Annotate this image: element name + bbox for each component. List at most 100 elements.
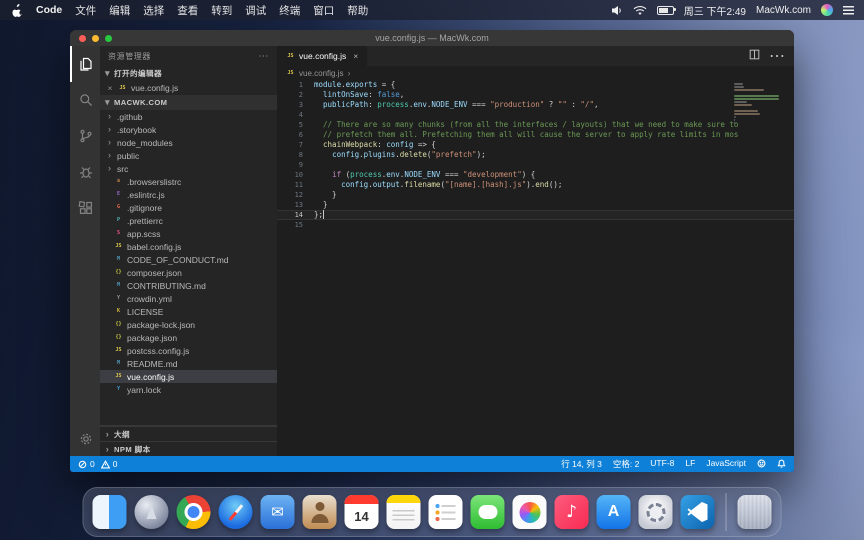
debug-icon[interactable] xyxy=(70,154,100,190)
notifications-bell-icon[interactable] xyxy=(777,459,786,470)
dock-item-safari[interactable] xyxy=(219,495,253,529)
explorer-actions-icon[interactable]: ⋯ xyxy=(258,51,269,62)
tree-item--prettierrc[interactable]: P.prettierrc xyxy=(100,214,277,227)
breadcrumb-item[interactable]: vue.config.js xyxy=(299,69,343,78)
window-titlebar[interactable]: vue.config.js — MacWk.com xyxy=(70,30,794,46)
menu--[interactable]: 选择 xyxy=(143,3,164,18)
search-icon[interactable] xyxy=(70,82,100,118)
code-line-6[interactable]: 6 // prefetch them all. Prefetching them… xyxy=(277,130,794,140)
minimap[interactable] xyxy=(734,83,782,128)
tree-item-crowdin-yml[interactable]: Ycrowdin.yml xyxy=(100,292,277,305)
dock-item-visual-studio-code[interactable] xyxy=(681,495,715,529)
settings-gear-icon[interactable] xyxy=(70,422,100,456)
dock-item-music[interactable] xyxy=(555,495,589,529)
tree-item--eslintrc-js[interactable]: E.eslintrc.js xyxy=(100,188,277,201)
dock-item-photos[interactable] xyxy=(513,495,547,529)
dock-item-chrome[interactable] xyxy=(177,495,211,529)
tree-item-node-modules[interactable]: ›node_modules xyxy=(100,136,277,149)
warnings-indicator[interactable]: 0 xyxy=(101,459,118,469)
menu--[interactable]: 查看 xyxy=(177,3,198,18)
close-tab-icon[interactable]: × xyxy=(353,51,358,61)
dock-item-contacts[interactable] xyxy=(303,495,337,529)
code-line-14[interactable]: 14}; xyxy=(277,210,794,220)
battery-icon[interactable] xyxy=(657,6,674,15)
code-line-5[interactable]: 5 // There are so many chunks (from all … xyxy=(277,120,794,130)
menu--[interactable]: 帮助 xyxy=(347,3,368,18)
volume-icon[interactable] xyxy=(611,5,623,16)
menubar-app-name[interactable]: Code xyxy=(36,4,62,16)
menu--[interactable]: 窗口 xyxy=(313,3,334,18)
code-line-10[interactable]: 10 if (process.env.NODE_ENV === "develop… xyxy=(277,170,794,180)
tree-item-readme-md[interactable]: MREADME.md xyxy=(100,357,277,370)
code-line-11[interactable]: 11 config.output.filename("[name].[hash]… xyxy=(277,180,794,190)
tree-item--github[interactable]: ›.github xyxy=(100,110,277,123)
tree-item-app-scss[interactable]: Sapp.scss xyxy=(100,227,277,240)
dock-item-calendar[interactable]: 14 xyxy=(345,495,379,529)
tree-item--storybook[interactable]: ›.storybook xyxy=(100,123,277,136)
feedback-smiley-icon[interactable] xyxy=(757,459,766,470)
menu--[interactable]: 编辑 xyxy=(109,3,130,18)
breadcrumb[interactable]: JS vue.config.js › xyxy=(277,66,794,80)
wifi-icon[interactable] xyxy=(633,5,647,16)
tree-item-package-lock-json[interactable]: {}package-lock.json xyxy=(100,318,277,331)
code-line-15[interactable]: 15 xyxy=(277,220,794,230)
tree-item-babel-config-js[interactable]: JSbabel.config.js xyxy=(100,240,277,253)
tree-item-package-json[interactable]: {}package.json xyxy=(100,331,277,344)
open-editors-header[interactable]: ▾ 打开的编辑器 xyxy=(100,66,277,81)
section--[interactable]: ›大纲 xyxy=(100,426,277,441)
tree-item-composer-json[interactable]: {}composer.json xyxy=(100,266,277,279)
notification-center-icon[interactable] xyxy=(843,6,854,15)
siri-icon[interactable] xyxy=(821,4,833,16)
code-line-1[interactable]: 1module.exports = { xyxy=(277,80,794,90)
menu--[interactable]: 文件 xyxy=(75,3,96,18)
tree-item-contributing-md[interactable]: MCONTRIBUTING.md xyxy=(100,279,277,292)
status--2[interactable]: 空格: 2 xyxy=(613,458,639,470)
menu--[interactable]: 终端 xyxy=(279,3,300,18)
code-line-3[interactable]: 3 publicPath: process.env.NODE_ENV === "… xyxy=(277,100,794,110)
status-javascript[interactable]: JavaScript xyxy=(706,458,746,470)
dock-item-app-store[interactable] xyxy=(597,495,631,529)
code-line-13[interactable]: 13 } xyxy=(277,200,794,210)
tree-item-code-of-conduct-md[interactable]: MCODE_OF_CONDUCT.md xyxy=(100,253,277,266)
status--14-3[interactable]: 行 14, 列 3 xyxy=(561,458,602,470)
dock-item-finder[interactable] xyxy=(93,495,127,529)
dock-item-messages[interactable] xyxy=(471,495,505,529)
close-editor-icon[interactable]: × xyxy=(106,83,114,93)
errors-indicator[interactable]: 0 xyxy=(78,459,95,469)
tree-item-vue-config-js[interactable]: JSvue.config.js xyxy=(100,370,277,383)
dock-item-system-preferences[interactable] xyxy=(639,495,673,529)
code-line-4[interactable]: 4 xyxy=(277,110,794,120)
dock-item-trash[interactable] xyxy=(738,495,772,529)
code-line-12[interactable]: 12 } xyxy=(277,190,794,200)
code-area[interactable]: 1module.exports = {2 lintOnSave: false,3… xyxy=(277,80,794,456)
status-utf-8[interactable]: UTF-8 xyxy=(650,458,674,470)
tree-item-postcss-config-js[interactable]: JSpostcss.config.js xyxy=(100,344,277,357)
tree-item-public[interactable]: ›public xyxy=(100,149,277,162)
project-header[interactable]: ▾ MACWK.COM xyxy=(100,95,277,110)
code-line-2[interactable]: 2 lintOnSave: false, xyxy=(277,90,794,100)
tree-item-src[interactable]: ›src xyxy=(100,162,277,175)
status-lf[interactable]: LF xyxy=(685,458,695,470)
dock-item-notes[interactable] xyxy=(387,495,421,529)
code-line-9[interactable]: 9 xyxy=(277,160,794,170)
menu--[interactable]: 转到 xyxy=(211,3,232,18)
dock-item-mail[interactable] xyxy=(261,495,295,529)
extensions-icon[interactable] xyxy=(70,190,100,226)
tree-item--gitignore[interactable]: G.gitignore xyxy=(100,201,277,214)
tab-vue-config-js[interactable]: JS vue.config.js × xyxy=(277,46,368,66)
open-editor-vue-config-js[interactable]: ×JSvue.config.js xyxy=(100,81,277,95)
menubar-clock[interactable]: 周三 下午2:49 xyxy=(684,3,746,18)
section-npm-[interactable]: ›NPM 脚本 xyxy=(100,441,277,456)
tree-item-license[interactable]: KLICENSE xyxy=(100,305,277,318)
tree-item-yarn-lock[interactable]: Yyarn.lock xyxy=(100,383,277,396)
code-line-7[interactable]: 7 chainWebpack: config => { xyxy=(277,140,794,150)
dock-item-reminders[interactable] xyxy=(429,495,463,529)
code-line-8[interactable]: 8 config.plugins.delete("prefetch"); xyxy=(277,150,794,160)
explorer-icon[interactable] xyxy=(70,46,100,82)
dock-item-launchpad[interactable] xyxy=(135,495,169,529)
source-control-icon[interactable] xyxy=(70,118,100,154)
split-editor-icon[interactable] xyxy=(749,47,760,65)
menu--[interactable]: 调试 xyxy=(245,3,266,18)
tree-item--browserslistrc[interactable]: ≡.browserslistrc xyxy=(100,175,277,188)
apple-menu-icon[interactable] xyxy=(12,4,23,17)
